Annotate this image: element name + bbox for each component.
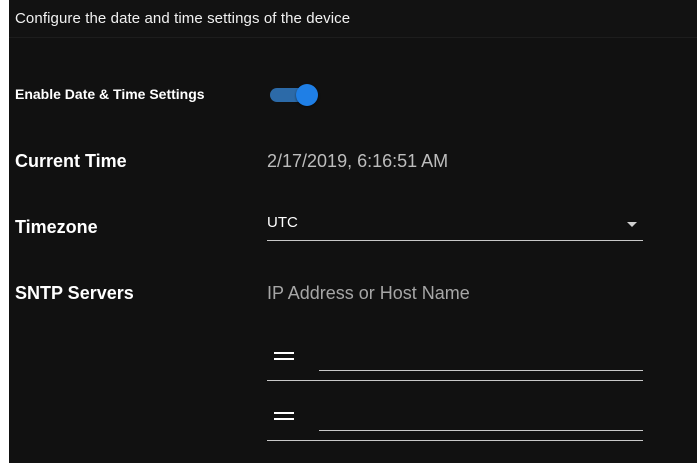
sntp-server-row [267, 400, 643, 441]
toggle-thumb [296, 84, 318, 106]
current-time-label: Current Time [15, 151, 127, 171]
sntp-server-row [267, 340, 643, 381]
current-time-value: 2/17/2019, 6:16:51 AM [267, 151, 449, 171]
drag-handle-icon[interactable] [274, 412, 294, 422]
sntp-server-input[interactable] [319, 346, 643, 371]
enable-date-time-toggle[interactable] [270, 84, 318, 106]
timezone-selected-value: UTC [267, 214, 298, 231]
drag-handle-icon[interactable] [274, 352, 294, 362]
timezone-select[interactable]: UTC [267, 208, 643, 241]
settings-header: Configure the date and time settings of … [9, 0, 697, 38]
sntp-servers-hint: IP Address or Host Name [267, 283, 470, 303]
enable-date-time-label: Enable Date & Time Settings [15, 86, 205, 102]
date-time-settings-panel: Configure the date and time settings of … [9, 0, 697, 463]
dropdown-arrow-icon [627, 222, 637, 227]
sntp-servers-label: SNTP Servers [15, 283, 134, 303]
timezone-label: Timezone [15, 217, 98, 237]
settings-description: Configure the date and time settings of … [15, 10, 351, 27]
sntp-server-input[interactable] [319, 406, 643, 431]
